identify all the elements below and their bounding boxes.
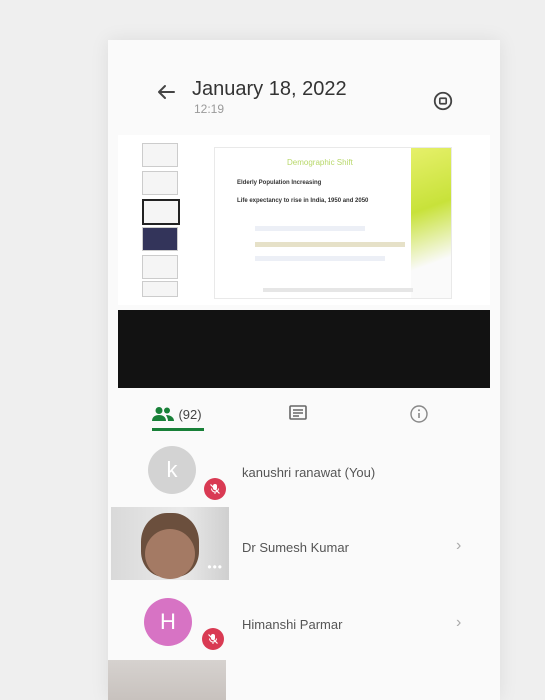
mic-off-icon (204, 478, 226, 500)
participant-video: ••• (111, 507, 229, 580)
participant-name: kanushri ranawat (You) (242, 465, 376, 480)
slide-footnote (263, 288, 413, 292)
participant-row[interactable]: k kanushri ranawat (You) (108, 440, 500, 515)
participant-face (145, 529, 195, 579)
slide-thumbnail (142, 171, 178, 195)
people-count: (92) (178, 406, 202, 422)
slide-chart-bar (255, 242, 405, 247)
slide-thumbnail-selected (142, 199, 180, 225)
meeting-time: 12:19 (194, 102, 225, 116)
meeting-date-title: January 18, 2022 (192, 78, 347, 100)
participant-video (108, 660, 226, 700)
participant-row[interactable]: ••• Dr Sumesh Kumar › (108, 507, 500, 583)
slide-thumbnail (142, 143, 178, 167)
avatar-initial: k (166, 457, 178, 482)
slide-thumbnail (142, 281, 178, 297)
participant-name: Dr Sumesh Kumar (242, 540, 349, 555)
chat-icon (289, 405, 307, 420)
slide-title: Demographic Shift (287, 158, 353, 167)
slide-thumbnails (132, 135, 180, 305)
video-black-area (118, 310, 490, 388)
active-tab-indicator (152, 428, 204, 431)
mic-off-icon (202, 628, 224, 650)
current-slide: Demographic Shift Elderly Population Inc… (214, 147, 452, 299)
info-icon (410, 405, 428, 423)
top-app-bar: January 18, 2022 12:19 (108, 40, 500, 130)
participant-row[interactable] (108, 660, 500, 700)
chevron-right-icon[interactable]: › (456, 537, 461, 555)
shared-screen-preview[interactable]: Demographic Shift Elderly Population Inc… (118, 135, 490, 305)
chevron-right-icon[interactable]: › (456, 614, 461, 632)
slide-heading: Elderly Population Increasing (237, 180, 322, 186)
more-options-icon[interactable]: ••• (207, 560, 223, 574)
slide-chart-bar (255, 256, 385, 261)
people-icon (152, 407, 175, 421)
screen-rotate-icon[interactable] (432, 90, 454, 112)
participant-row[interactable]: H Himanshi Parmar › (108, 595, 500, 670)
avatar: k (148, 446, 196, 494)
slide-accent-shape (411, 148, 451, 298)
participant-name: Himanshi Parmar (242, 617, 343, 632)
avatar-initial: H (160, 609, 176, 634)
tab-info[interactable] (404, 395, 434, 433)
slide-chart-bar (255, 226, 365, 231)
meeting-details-screen: January 18, 2022 12:19 Demographic Shift… (108, 40, 500, 700)
slide-subheading: Life expectancy to rise in India, 1950 a… (237, 198, 369, 204)
avatar: H (144, 598, 192, 646)
slide-thumbnail (142, 227, 178, 251)
slide-thumbnail (142, 255, 178, 279)
tab-chat[interactable] (278, 395, 318, 433)
arrow-left-icon[interactable] (154, 80, 178, 104)
